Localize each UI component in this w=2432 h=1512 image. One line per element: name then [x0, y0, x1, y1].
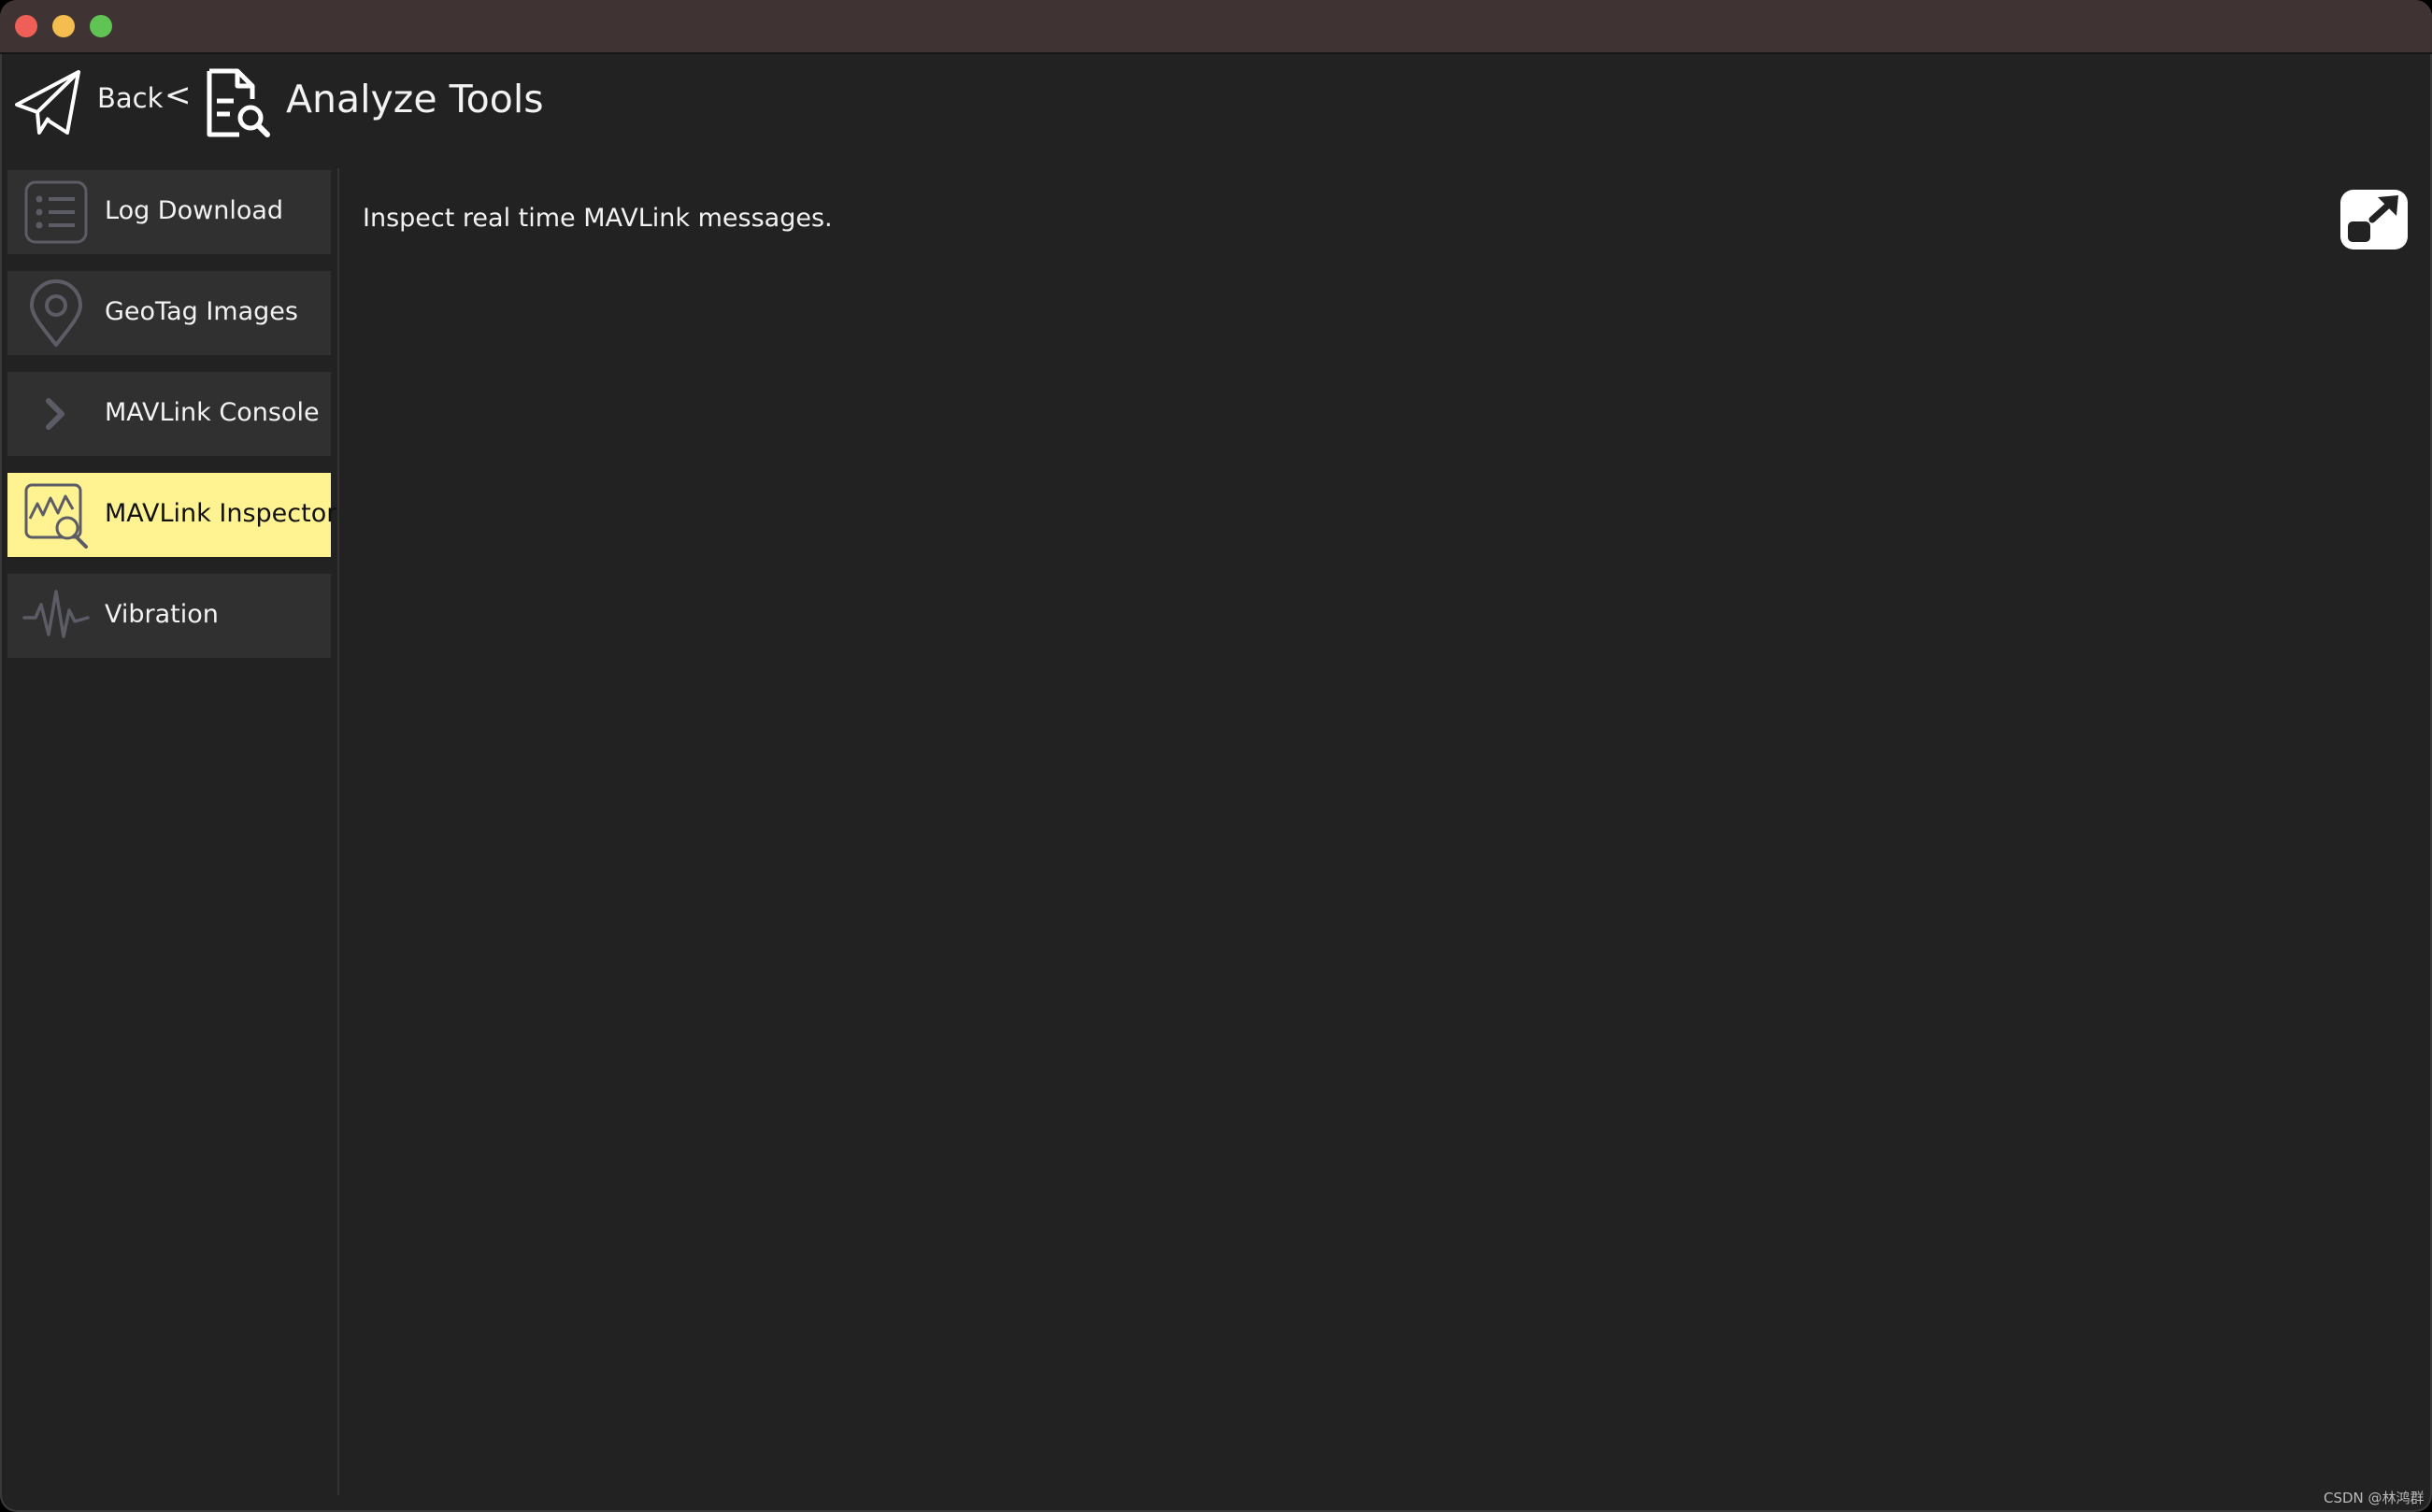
sidebar-item-label: Log Download [105, 196, 284, 225]
sidebar-item-label: MAVLink Inspector [105, 499, 337, 528]
title-bar [0, 0, 2432, 54]
map-pin-icon [30, 279, 82, 347]
list-icon [24, 180, 88, 244]
sidebar-item-label: Vibration [105, 600, 219, 629]
window-close-button[interactable] [15, 15, 37, 37]
paper-plane-icon[interactable] [13, 67, 84, 138]
window-maximize-button[interactable] [90, 15, 112, 37]
document-search-icon [207, 68, 270, 137]
breadcrumb-separator: < [165, 77, 192, 114]
back-button[interactable]: Back [97, 82, 163, 114]
sidebar-item-log-download[interactable]: Log Download [7, 170, 331, 254]
tool-description: Inspect real time MAVLink messages. [363, 204, 833, 233]
sidebar-item-geotag-images[interactable]: GeoTag Images [7, 271, 331, 355]
page-title: Analyze Tools [286, 77, 544, 121]
sidebar-item-mavlink-inspector[interactable]: MAVLink Inspector [7, 473, 336, 557]
sidebar-item-mavlink-console[interactable]: MAVLink Console [7, 372, 331, 456]
sidebar-divider [337, 168, 339, 1495]
sidebar-item-vibration[interactable]: Vibration [7, 574, 331, 658]
sidebar-item-label: GeoTag Images [105, 297, 298, 326]
sidebar-item-label: MAVLink Console [105, 398, 320, 427]
popout-window-icon [2348, 195, 2398, 242]
sidebar: Log Download GeoTag Images MAVLink Conso… [0, 168, 338, 1497]
chart-search-icon [24, 483, 88, 549]
window-minimize-button[interactable] [52, 15, 75, 37]
app-window: Back < Analyze Tools Log Download GeoTag… [0, 0, 2432, 1512]
watermark: CSDN @林鸿群 [2324, 1490, 2425, 1506]
chevron-right-icon [46, 398, 64, 430]
waveform-icon [22, 590, 90, 638]
toolbar: Back < Analyze Tools [0, 54, 2432, 166]
popout-window-button[interactable] [2340, 190, 2408, 250]
